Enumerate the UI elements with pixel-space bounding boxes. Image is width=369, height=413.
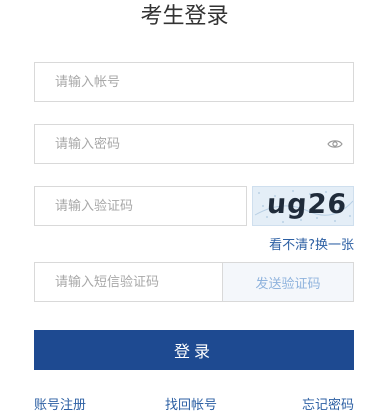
send-sms-button[interactable]: 发送验证码 xyxy=(223,262,354,302)
sms-code-input[interactable] xyxy=(35,263,222,301)
captcha-text: ug26 xyxy=(265,189,349,220)
account-input[interactable] xyxy=(35,63,353,101)
account-field[interactable] xyxy=(34,62,354,102)
register-link[interactable]: 账号注册 xyxy=(34,394,86,413)
password-input[interactable] xyxy=(35,125,353,163)
refresh-captcha-link[interactable]: 看不清?换一张 xyxy=(269,234,354,253)
page-title: 考生登录 xyxy=(140,4,229,29)
forgot-password-link[interactable]: 忘记密码 xyxy=(302,394,354,413)
recover-account-link[interactable]: 找回帐号 xyxy=(165,394,217,413)
login-button[interactable]: 登录 xyxy=(34,330,354,370)
sms-code-field[interactable] xyxy=(34,262,223,302)
captcha-image[interactable]: ug26 xyxy=(252,186,354,226)
captcha-input[interactable] xyxy=(35,187,246,225)
eye-icon[interactable] xyxy=(327,138,343,150)
password-field[interactable] xyxy=(34,124,354,164)
captcha-field[interactable] xyxy=(34,186,247,226)
